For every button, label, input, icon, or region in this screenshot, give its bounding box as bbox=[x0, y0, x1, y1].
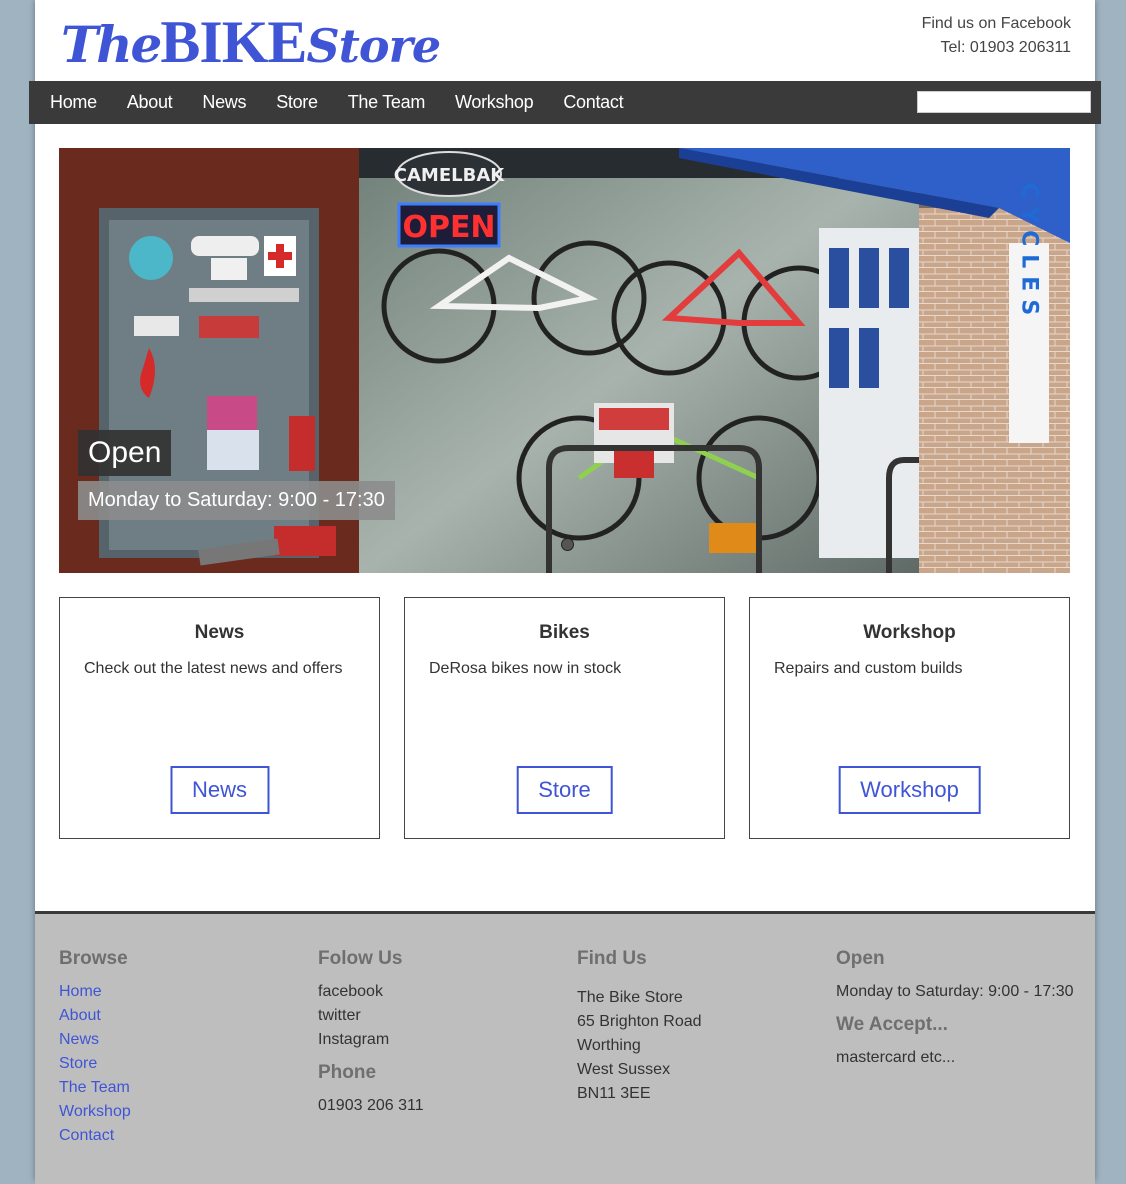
main-nav: Home About News Store The Team Workshop … bbox=[29, 81, 1101, 124]
hero-caption-subtitle: Monday to Saturday: 9:00 - 17:30 bbox=[78, 481, 395, 520]
store-button[interactable]: Store bbox=[516, 766, 613, 814]
footer-link-the-team[interactable]: The Team bbox=[59, 1079, 130, 1096]
camelbak-sign: CAMELBAK bbox=[394, 165, 505, 186]
workshop-button[interactable]: Workshop bbox=[838, 766, 981, 814]
search-input[interactable] bbox=[917, 91, 1091, 113]
facebook-link[interactable]: Find us on Facebook bbox=[922, 15, 1071, 32]
nav-item-news[interactable]: News bbox=[202, 92, 246, 113]
nav-item-workshop[interactable]: Workshop bbox=[455, 92, 534, 113]
footer-link-workshop[interactable]: Workshop bbox=[59, 1103, 131, 1120]
footer-link-twitter[interactable]: twitter bbox=[318, 1007, 361, 1024]
address-line: 65 Brighton Road bbox=[577, 1013, 702, 1030]
footer-heading: Folow Us bbox=[318, 948, 403, 969]
address-line: West Sussex bbox=[577, 1061, 671, 1078]
open-sign: OPEN bbox=[402, 210, 495, 245]
nav-item-contact[interactable]: Contact bbox=[563, 92, 623, 113]
footer-link-home[interactable]: Home bbox=[59, 983, 102, 1000]
footer-browse: Browse Home About News Store The Team Wo… bbox=[59, 948, 131, 1148]
address-line: Worthing bbox=[577, 1037, 641, 1054]
footer-link-news[interactable]: News bbox=[59, 1031, 99, 1048]
footer-link-contact[interactable]: Contact bbox=[59, 1127, 114, 1144]
footer-hours: Monday to Saturday: 9:00 - 17:30 bbox=[836, 983, 1074, 1000]
footer-accept-text: mastercard etc... bbox=[836, 1049, 956, 1066]
card-title: Workshop bbox=[863, 622, 956, 643]
card-title: News bbox=[194, 622, 245, 643]
footer-link-instagram[interactable]: Instagram bbox=[318, 1031, 389, 1048]
logo-the: The bbox=[61, 15, 162, 74]
address-line: BN11 3EE bbox=[577, 1085, 651, 1102]
slider-dot[interactable] bbox=[561, 538, 574, 551]
footer-link-facebook[interactable]: facebook bbox=[318, 983, 383, 1000]
footer-open: Open Monday to Saturday: 9:00 - 17:30 We… bbox=[836, 948, 1073, 1070]
page-container: TheBIKEStore Find us on Facebook Tel: 01… bbox=[29, 0, 1101, 1184]
hero-slider: CAMELBAK OPEN CYCLES Open Monday to Satu… bbox=[59, 148, 1070, 573]
card-text: Check out the latest news and offers bbox=[84, 660, 343, 677]
footer-phone: 01903 206 311 bbox=[318, 1097, 424, 1114]
nav-item-the-team[interactable]: The Team bbox=[348, 92, 426, 113]
footer-heading: Browse bbox=[59, 948, 128, 969]
header-phone: Tel: 01903 206311 bbox=[940, 39, 1071, 56]
footer-link-store[interactable]: Store bbox=[59, 1055, 97, 1072]
footer-heading: Open bbox=[836, 948, 885, 969]
address-line: The Bike Store bbox=[577, 989, 683, 1006]
site-footer: Browse Home About News Store The Team Wo… bbox=[35, 911, 1095, 1184]
header-contact: Find us on Facebook Tel: 01903 206311 bbox=[922, 12, 1071, 60]
footer-heading: Phone bbox=[318, 1062, 377, 1083]
footer-heading: We Accept... bbox=[836, 1014, 948, 1035]
card-text: DeRosa bikes now in stock bbox=[429, 660, 622, 677]
site-logo[interactable]: TheBIKEStore bbox=[61, 8, 441, 75]
logo-bike: BIKE bbox=[160, 9, 307, 75]
card-bikes: Bikes DeRosa bikes now in stock Store bbox=[404, 597, 725, 839]
hero-caption-title: Open bbox=[78, 430, 172, 476]
card-text: Repairs and custom builds bbox=[774, 660, 963, 677]
card-workshop: Workshop Repairs and custom builds Works… bbox=[749, 597, 1070, 839]
cycles-sign: CYCLES bbox=[1017, 183, 1042, 323]
card-news: News Check out the latest news and offer… bbox=[59, 597, 380, 839]
footer-link-about[interactable]: About bbox=[59, 1007, 101, 1024]
logo-store: Store bbox=[306, 19, 441, 73]
nav-item-about[interactable]: About bbox=[127, 92, 173, 113]
card-title: Bikes bbox=[539, 622, 590, 643]
nav-item-store[interactable]: Store bbox=[276, 92, 318, 113]
nav-item-home[interactable]: Home bbox=[50, 92, 97, 113]
footer-follow: Folow Us facebook twitter Instagram Phon… bbox=[318, 948, 424, 1118]
footer-heading: Find Us bbox=[577, 948, 647, 969]
news-button[interactable]: News bbox=[169, 766, 270, 814]
footer-find: Find Us The Bike Store 65 Brighton Road … bbox=[577, 948, 702, 1106]
